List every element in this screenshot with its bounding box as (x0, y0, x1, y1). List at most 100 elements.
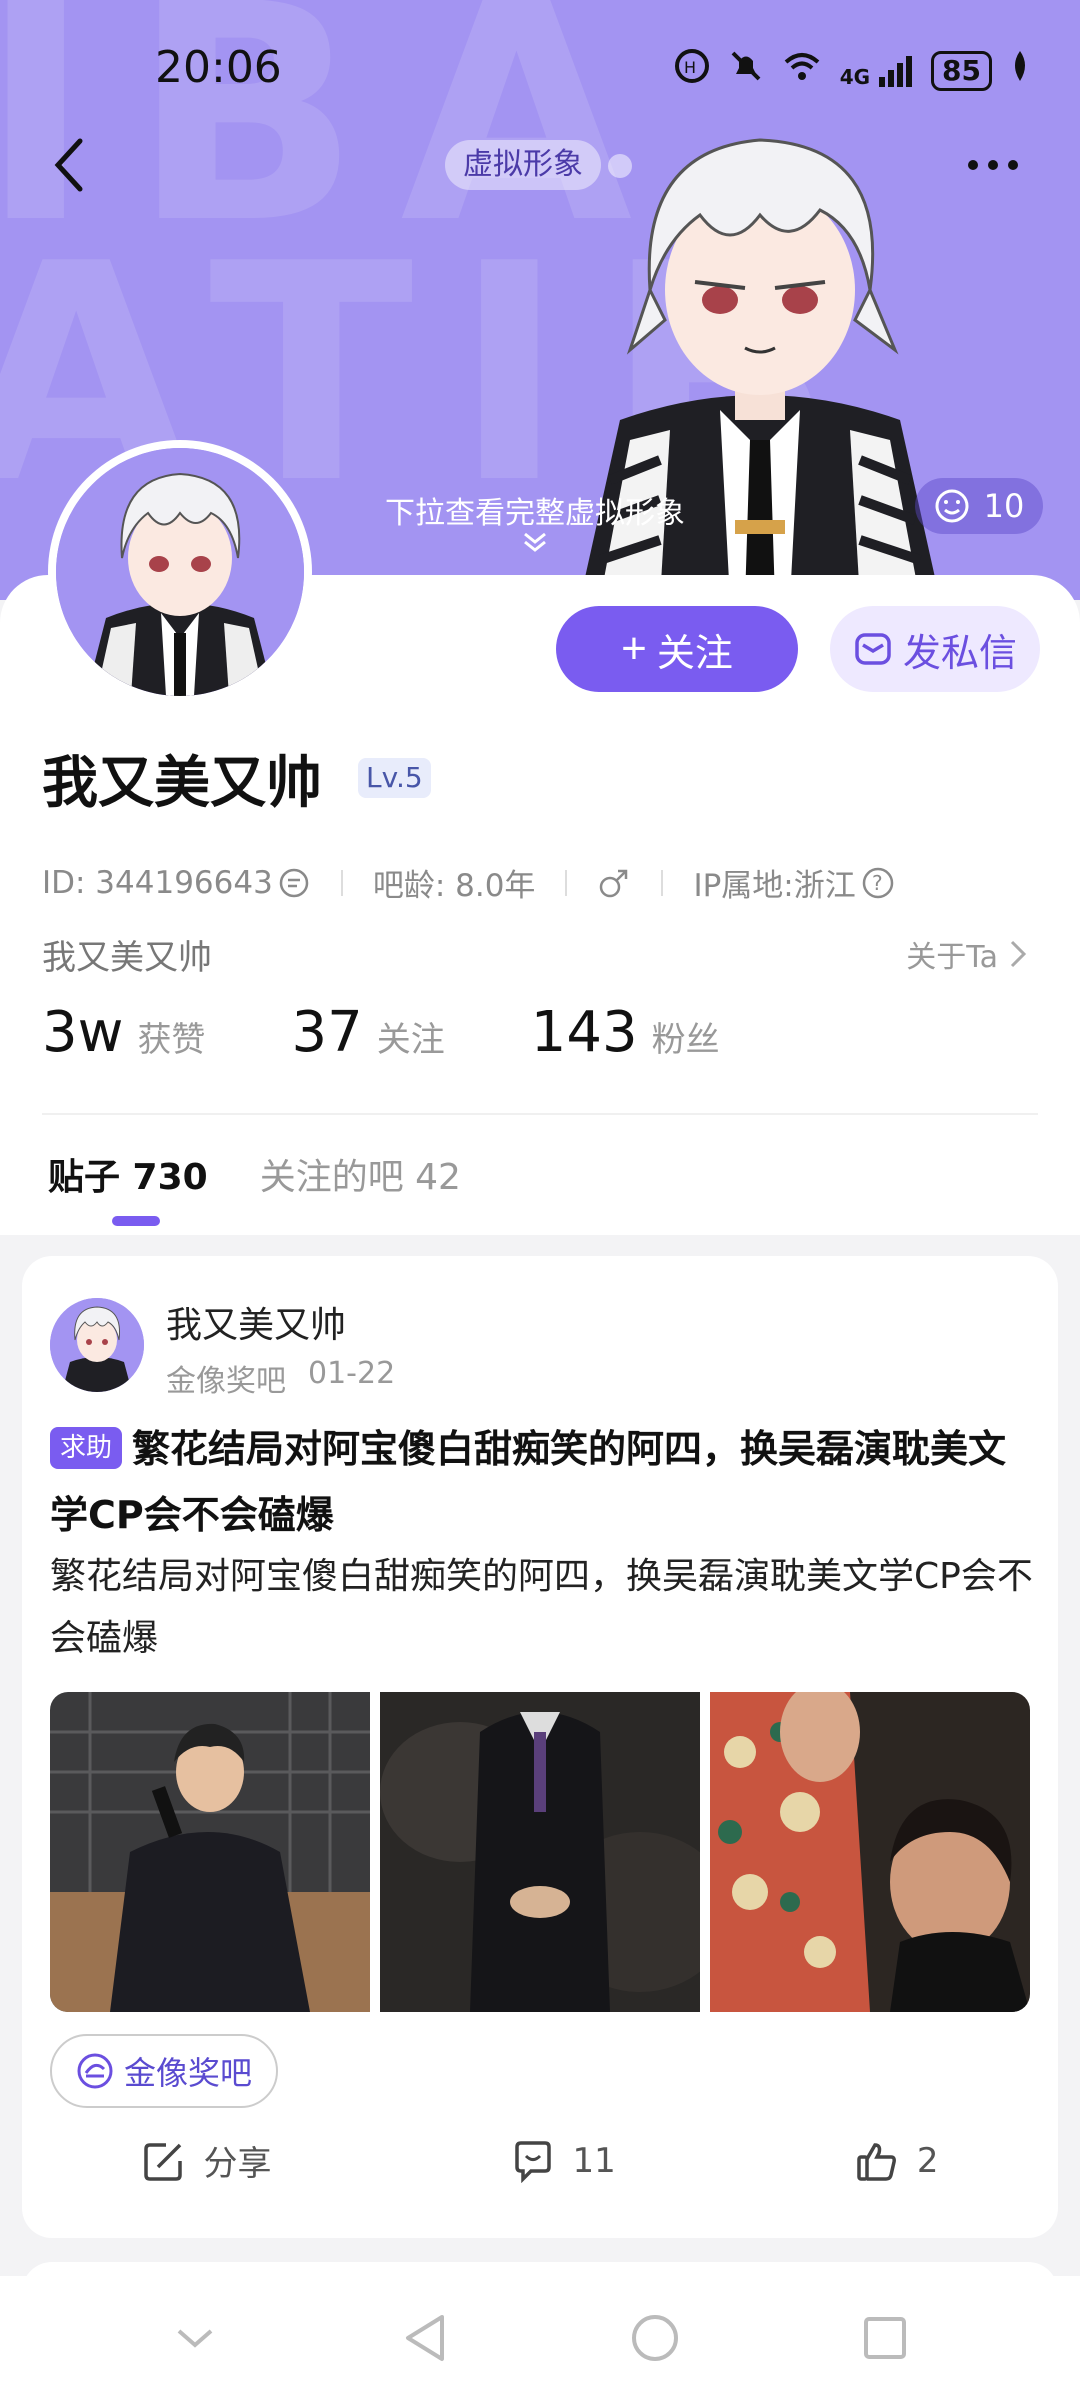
post-meta: 金像奖吧 01-22 (166, 1356, 395, 1400)
stat-number: 3w (42, 1000, 124, 1065)
copy-id-icon[interactable] (277, 866, 311, 900)
post-images (50, 1692, 1030, 2012)
like-button[interactable]: 2 (855, 2136, 939, 2185)
chevron-down-icon (177, 2329, 213, 2348)
post-author-avatar[interactable] (50, 1298, 144, 1392)
nav-recents-button[interactable] (855, 2308, 915, 2368)
level-badge[interactable]: Lv.5 (358, 758, 431, 798)
tab-followed-bars[interactable]: 关注的吧 42 (260, 1148, 461, 1200)
dot (968, 160, 978, 170)
stat-number: 143 (530, 1000, 638, 1065)
profile-tabs: 贴子 730 关注的吧 42 (48, 1148, 461, 1200)
male-icon (600, 869, 628, 897)
help-icon[interactable]: ? (860, 865, 896, 901)
pull-down-hint: 下拉查看完整虚拟形象 (385, 496, 685, 531)
forum-chip-label: 金像奖吧 (124, 2054, 253, 2092)
circle-home-icon (632, 2315, 678, 2361)
post-author-name[interactable]: 我又美又帅 (166, 1296, 346, 1348)
status-time: 20:06 (155, 42, 282, 93)
divider (340, 869, 343, 896)
comment-count: 11 (572, 2140, 616, 2181)
status-bar: 20:06 H 4G 85 (0, 0, 1080, 140)
leaf-icon (1010, 49, 1030, 92)
square-recents-icon (864, 2317, 906, 2359)
plus-icon: + (621, 624, 647, 673)
divider (565, 869, 568, 896)
comment-button[interactable]: 11 (511, 2136, 616, 2185)
ip-location: IP属地:浙江 (693, 868, 856, 904)
more-options-button[interactable] (958, 140, 1028, 190)
about-link[interactable]: 关于Ta (906, 932, 1028, 976)
post-date: 01-22 (308, 1356, 396, 1391)
triangle-back-icon (406, 2315, 444, 2361)
dm-label: 发私信 (902, 630, 1017, 675)
post-image[interactable] (710, 1692, 1030, 2012)
signal-4g-icon: 4G (840, 53, 913, 89)
stat-fans[interactable]: 143 粉丝 (531, 1000, 720, 1065)
post-title[interactable]: 求助 繁花结局对阿宝傻白甜痴笑的阿四，换吴磊演耽美文学CP会不会磕爆 (50, 1416, 1040, 1548)
mute-bell-icon (728, 48, 764, 93)
wifi-icon (782, 48, 822, 93)
hide-nav-button[interactable] (165, 2308, 225, 2368)
status-icons: H 4G 85 (674, 48, 1030, 93)
page-dot (608, 154, 632, 178)
message-icon (855, 633, 891, 665)
hd-call-icon: H (674, 48, 710, 93)
post-image[interactable] (380, 1692, 700, 2012)
profile-name: 我又美又帅 (42, 751, 322, 816)
avatar-image (56, 448, 304, 696)
help-badge: 求助 (50, 1427, 123, 1469)
battery-indicator: 85 (931, 50, 992, 91)
post-image[interactable] (50, 1692, 370, 2012)
section-divider (42, 1113, 1038, 1115)
avatar-like-count: 10 (983, 487, 1025, 525)
stat-label: 关注 (376, 1020, 445, 1060)
stat-likes[interactable]: 3w 获赞 (42, 1000, 205, 1065)
back-button[interactable] (50, 135, 90, 195)
share-button[interactable]: 分享 (142, 2136, 272, 2185)
nav-home-button[interactable] (625, 2308, 685, 2368)
dot (1008, 160, 1018, 170)
thumbs-up-icon (857, 2142, 896, 2181)
post-forum[interactable]: 金像奖吧 (166, 1356, 286, 1400)
comment-icon (514, 2140, 551, 2183)
direct-message-button[interactable]: 发私信 (830, 606, 1040, 692)
avatar-like-chip[interactable]: 10 (915, 478, 1043, 534)
like-count: 2 (916, 2140, 939, 2181)
follow-label: 关注 (656, 632, 733, 675)
smile-icon (935, 489, 969, 523)
divider (661, 869, 664, 896)
svg-text:?: ? (872, 871, 883, 895)
virtual-avatar-tag[interactable]: 虚拟形象 (445, 140, 601, 190)
bar-age: 吧龄: 8.0年 (372, 868, 536, 904)
profile-stats: 3w 获赞 37 关注 143 粉丝 (42, 1000, 806, 1065)
profile-meta: ID: 344196643 吧龄: 8.0年 IP属地:浙江 ? (42, 860, 896, 905)
active-tab-indicator (112, 1216, 160, 1226)
nav-back-button[interactable] (395, 2308, 455, 2368)
tab-posts[interactable]: 贴子 730 (48, 1148, 208, 1200)
avatar[interactable] (48, 440, 312, 704)
post-card[interactable]: 我又美又帅 金像奖吧 01-22 求助 繁花结局对阿宝傻白甜痴笑的阿四，换吴磊演耽… (22, 1256, 1058, 2238)
forum-chip[interactable]: 金像奖吧 (50, 2034, 279, 2108)
post-actions: 分享 11 2 (22, 2136, 1058, 2185)
forum-logo-icon (77, 2053, 113, 2089)
svg-text:H: H (684, 58, 696, 77)
chevron-right-icon (1010, 940, 1027, 968)
share-icon (143, 2142, 182, 2181)
stat-following[interactable]: 37 关注 (291, 1000, 444, 1065)
stat-label: 获赞 (137, 1020, 206, 1060)
stat-label: 粉丝 (651, 1020, 720, 1060)
share-label: 分享 (203, 2144, 272, 2184)
about-label: 关于Ta (906, 940, 998, 975)
dot (988, 160, 998, 170)
back-arrow-icon (54, 138, 83, 192)
profile-bio: 我又美又帅 (42, 938, 212, 978)
follow-button[interactable]: + 关注 (556, 606, 798, 692)
post-title-text: 繁花结局对阿宝傻白甜痴笑的阿四，换吴磊演耽美文学CP会不会磕爆 (50, 1427, 1007, 1537)
network-type: 4G (839, 64, 871, 89)
system-navigation-bar (0, 2276, 1080, 2400)
post-body: 繁花结局对阿宝傻白甜痴笑的阿四，换吴磊演耽美文学CP会不会磕爆 (50, 1556, 1033, 1659)
chevron-down-icon (520, 530, 550, 561)
user-id: ID: 344196643 (42, 864, 273, 901)
stat-number: 37 (291, 1000, 363, 1065)
